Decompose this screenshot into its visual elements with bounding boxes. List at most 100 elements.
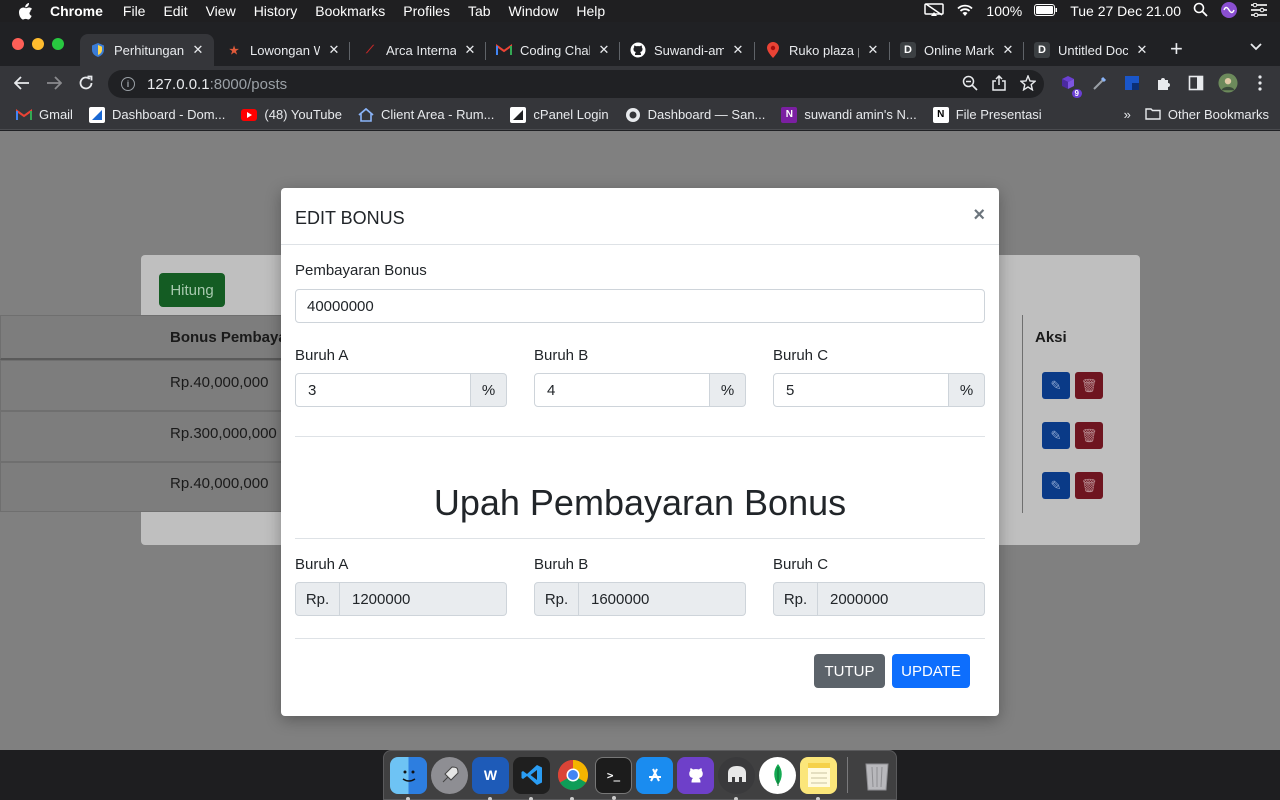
tab-online-marketing[interactable]: D Online Mark ✕ — [890, 34, 1022, 66]
tab-perhitungan[interactable]: Perhitungan ✕ — [80, 34, 214, 66]
close-window-button[interactable] — [12, 38, 24, 50]
zoom-window-button[interactable] — [52, 38, 64, 50]
edit-pencil-icon[interactable]: ✎ — [1042, 422, 1070, 449]
modal-close-icon[interactable]: × — [973, 204, 985, 227]
edit-pencil-icon[interactable]: ✎ — [1042, 472, 1070, 499]
buruh-a-percent-input[interactable]: 3 — [295, 373, 471, 407]
star-favicon-icon: ★ — [229, 44, 239, 57]
delete-trash-icon[interactable]: 🗑 — [1075, 472, 1103, 499]
menu-bookmarks[interactable]: Bookmarks — [315, 3, 385, 19]
update-button[interactable]: UPDATE — [892, 654, 970, 688]
other-bookmarks-folder[interactable]: Other Bookmarks — [1145, 107, 1269, 123]
eyedropper-extension-icon[interactable] — [1090, 73, 1110, 93]
buruh-c-percent-label: Buruh C — [773, 347, 829, 364]
control-center-icon[interactable] — [1250, 2, 1268, 20]
menubar-clock[interactable]: Tue 27 Dec 21.00 — [1070, 3, 1181, 19]
menu-tab[interactable]: Tab — [468, 3, 491, 19]
minimize-window-button[interactable] — [32, 38, 44, 50]
table-header-bonus: Bonus Pembaya — [170, 329, 287, 346]
modal-header: EDIT BONUS × — [281, 188, 999, 245]
window-controls — [12, 38, 64, 50]
bookmark-gmail[interactable]: Gmail — [16, 107, 73, 123]
tab-arca[interactable]: ⟋ Arca Internat ✕ — [352, 34, 484, 66]
spotlight-search-icon[interactable] — [1193, 2, 1208, 20]
battery-icon[interactable] — [1034, 3, 1058, 19]
chrome-icon[interactable] — [554, 757, 591, 800]
close-tab-icon[interactable]: ✕ — [326, 42, 342, 58]
bookmark-dashboard-san[interactable]: Dashboard — San... — [625, 107, 765, 123]
delete-trash-icon[interactable]: 🗑 — [1075, 422, 1103, 449]
tab-ruko-plaza[interactable]: Ruko plaza p ✕ — [755, 34, 889, 66]
close-tab-icon[interactable]: ✕ — [730, 42, 746, 58]
menu-history[interactable]: History — [254, 3, 298, 19]
close-tab-icon[interactable]: ✕ — [190, 42, 206, 58]
menu-view[interactable]: View — [206, 3, 236, 19]
menu-profiles[interactable]: Profiles — [403, 3, 450, 19]
tab-search-chevron-icon[interactable] — [1250, 40, 1262, 54]
close-tab-icon[interactable]: ✕ — [462, 42, 478, 58]
bookmark-star-icon[interactable] — [1019, 74, 1037, 95]
share-icon[interactable] — [992, 74, 1006, 95]
bookmark-dashboard-dom[interactable]: Dashboard - Dom... — [88, 106, 225, 123]
trash-icon[interactable] — [858, 757, 895, 794]
bookmark-youtube[interactable]: (48) YouTube — [241, 107, 342, 123]
back-arrow-icon[interactable] — [12, 73, 32, 93]
tab-untitled-doc[interactable]: D Untitled Doc ✕ — [1024, 34, 1156, 66]
side-panel-icon[interactable] — [1186, 73, 1206, 93]
gmail-icon — [16, 107, 32, 123]
siri-icon[interactable] — [1220, 1, 1238, 22]
app-store-icon[interactable] — [636, 756, 673, 794]
edit-pencil-icon[interactable]: ✎ — [1042, 372, 1070, 399]
terminal-icon[interactable]: >_ — [595, 756, 632, 800]
hitung-button[interactable]: Hitung — [159, 273, 225, 307]
tab-coding-challenge[interactable]: Coding Chal ✕ — [486, 34, 618, 66]
browser-toolbar: i 127.0.0.1:8000/posts 9 — [0, 66, 1280, 100]
notes-icon[interactable] — [800, 756, 837, 800]
tab-title: Arca Internat — [386, 42, 456, 58]
bookmark-client-area[interactable]: Client Area - Rum... — [358, 107, 494, 123]
address-bar[interactable]: i 127.0.0.1:8000/posts — [108, 70, 1044, 98]
buruh-c-percent-input[interactable]: 5 — [773, 373, 949, 407]
bookmark-cpanel[interactable]: cPanel Login — [510, 106, 609, 123]
tab-github[interactable]: Suwandi-am ✕ — [620, 34, 754, 66]
vscode-icon[interactable] — [513, 756, 550, 800]
more-bookmarks-chevron-icon[interactable]: » — [1124, 107, 1131, 122]
page-viewport: Hitung Bonus Pembaya Aksi Rp.40,000,000 … — [0, 131, 1280, 750]
new-tab-plus-icon[interactable]: + — [1170, 36, 1183, 62]
apple-icon[interactable] — [18, 2, 36, 20]
menu-file[interactable]: File — [123, 3, 146, 19]
bookmark-suwandi-notes[interactable]: N suwandi amin's N... — [781, 106, 917, 123]
buruh-b-percent-input[interactable]: 4 — [534, 373, 710, 407]
tableplus-elephant-icon[interactable] — [718, 756, 755, 800]
site-info-icon[interactable]: i — [121, 77, 135, 91]
github-desktop-icon[interactable] — [677, 756, 714, 794]
menu-edit[interactable]: Edit — [163, 3, 187, 19]
zoom-out-icon[interactable] — [962, 75, 978, 95]
close-tab-icon[interactable]: ✕ — [1000, 42, 1016, 58]
close-tab-icon[interactable]: ✕ — [596, 42, 612, 58]
blue-square-extension-icon[interactable] — [1122, 73, 1142, 93]
chrome-menu-kebab-icon[interactable] — [1250, 73, 1270, 93]
extensions-puzzle-icon[interactable] — [1154, 73, 1174, 93]
close-tab-icon[interactable]: ✕ — [865, 42, 881, 58]
bookmark-file-presentasi[interactable]: N File Presentasi — [932, 106, 1042, 123]
delete-trash-icon[interactable]: 🗑 — [1075, 372, 1103, 399]
tutup-button[interactable]: TUTUP — [814, 654, 885, 688]
forward-arrow-icon[interactable] — [44, 73, 64, 93]
mongodb-leaf-icon[interactable] — [759, 756, 796, 794]
finder-icon[interactable] — [390, 756, 427, 800]
close-tab-icon[interactable]: ✕ — [1134, 42, 1150, 58]
extension-puzzle-badge-icon[interactable]: 9 — [1058, 73, 1082, 98]
pembayaran-bonus-input[interactable]: 40000000 — [295, 289, 985, 323]
macos-menu-bar: Chrome File Edit View History Bookmarks … — [0, 0, 1280, 22]
launchpad-rocket-icon[interactable] — [431, 756, 468, 794]
wifi-icon[interactable] — [956, 3, 974, 20]
menu-window[interactable]: Window — [509, 3, 559, 19]
menu-app-name[interactable]: Chrome — [50, 3, 103, 19]
tab-lowongan[interactable]: ★ Lowongan W ✕ — [216, 34, 348, 66]
word-icon[interactable]: W — [472, 756, 509, 800]
reload-icon[interactable] — [76, 73, 96, 93]
menu-help[interactable]: Help — [576, 3, 605, 19]
profile-avatar[interactable] — [1218, 73, 1238, 93]
screen-mirroring-icon[interactable] — [924, 2, 945, 20]
